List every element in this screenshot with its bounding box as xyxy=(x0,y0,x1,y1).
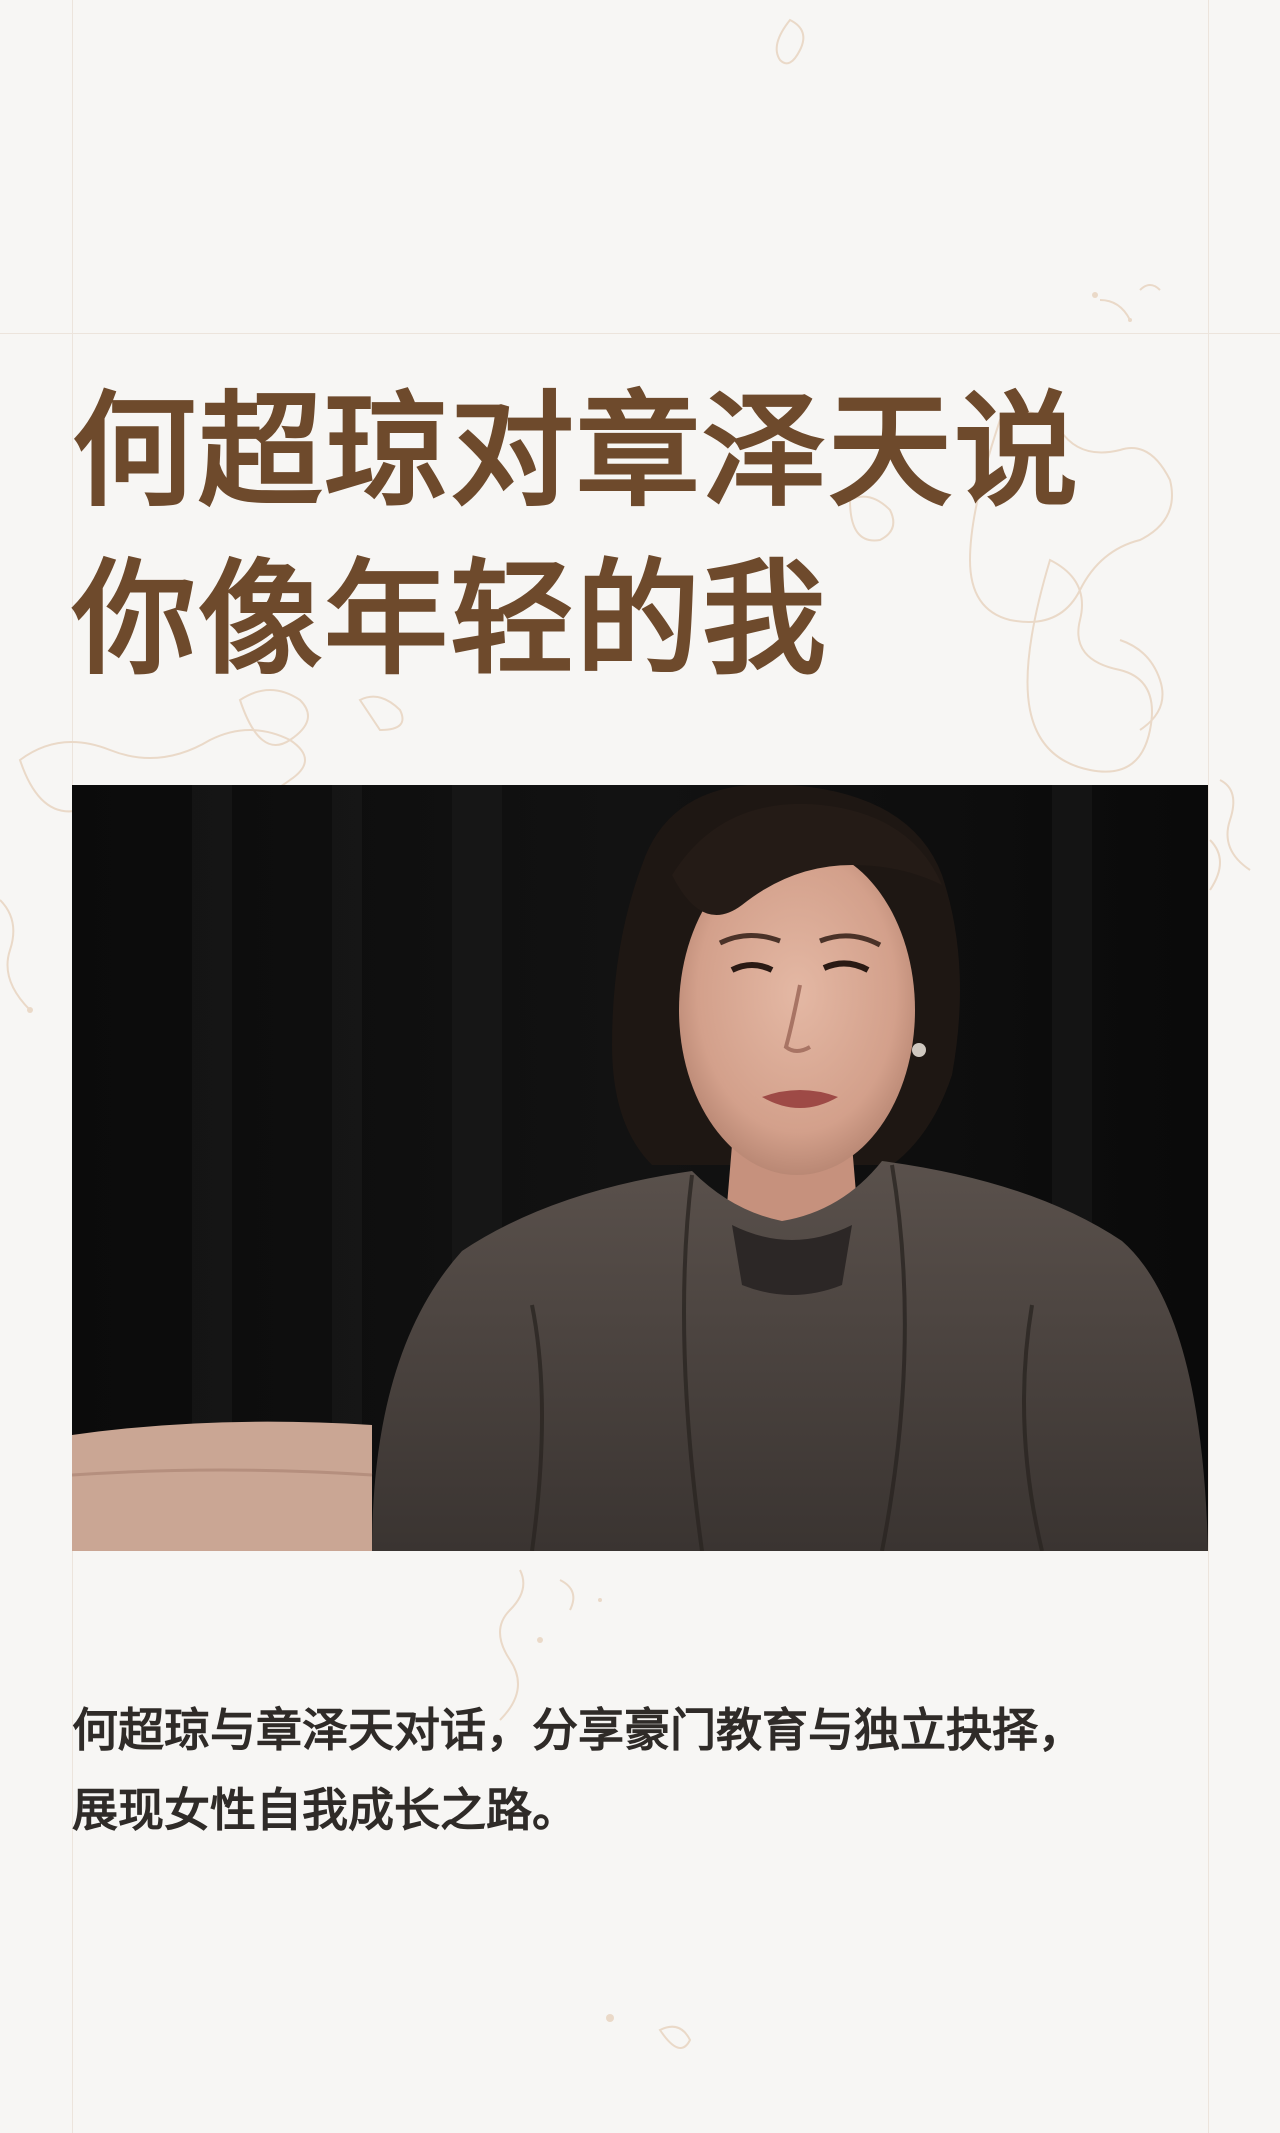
top-guide-line xyxy=(0,333,1280,334)
summary-text: 何超琼与章泽天对话，分享豪门教育与独立抉择， 展现女性自我成长之路。 xyxy=(72,1690,1222,1850)
summary-line-2: 展现女性自我成长之路。 xyxy=(72,1783,578,1837)
interview-photo xyxy=(72,785,1208,1551)
headline-line-2: 你像年轻的我 xyxy=(72,547,829,692)
headline-line-1: 何超琼对章泽天说 xyxy=(72,379,1081,524)
headline: 何超琼对章泽天说 你像年轻的我 xyxy=(72,368,1212,704)
summary-line-1: 何超琼与章泽天对话，分享豪门教育与独立抉择， xyxy=(72,1703,1084,1757)
